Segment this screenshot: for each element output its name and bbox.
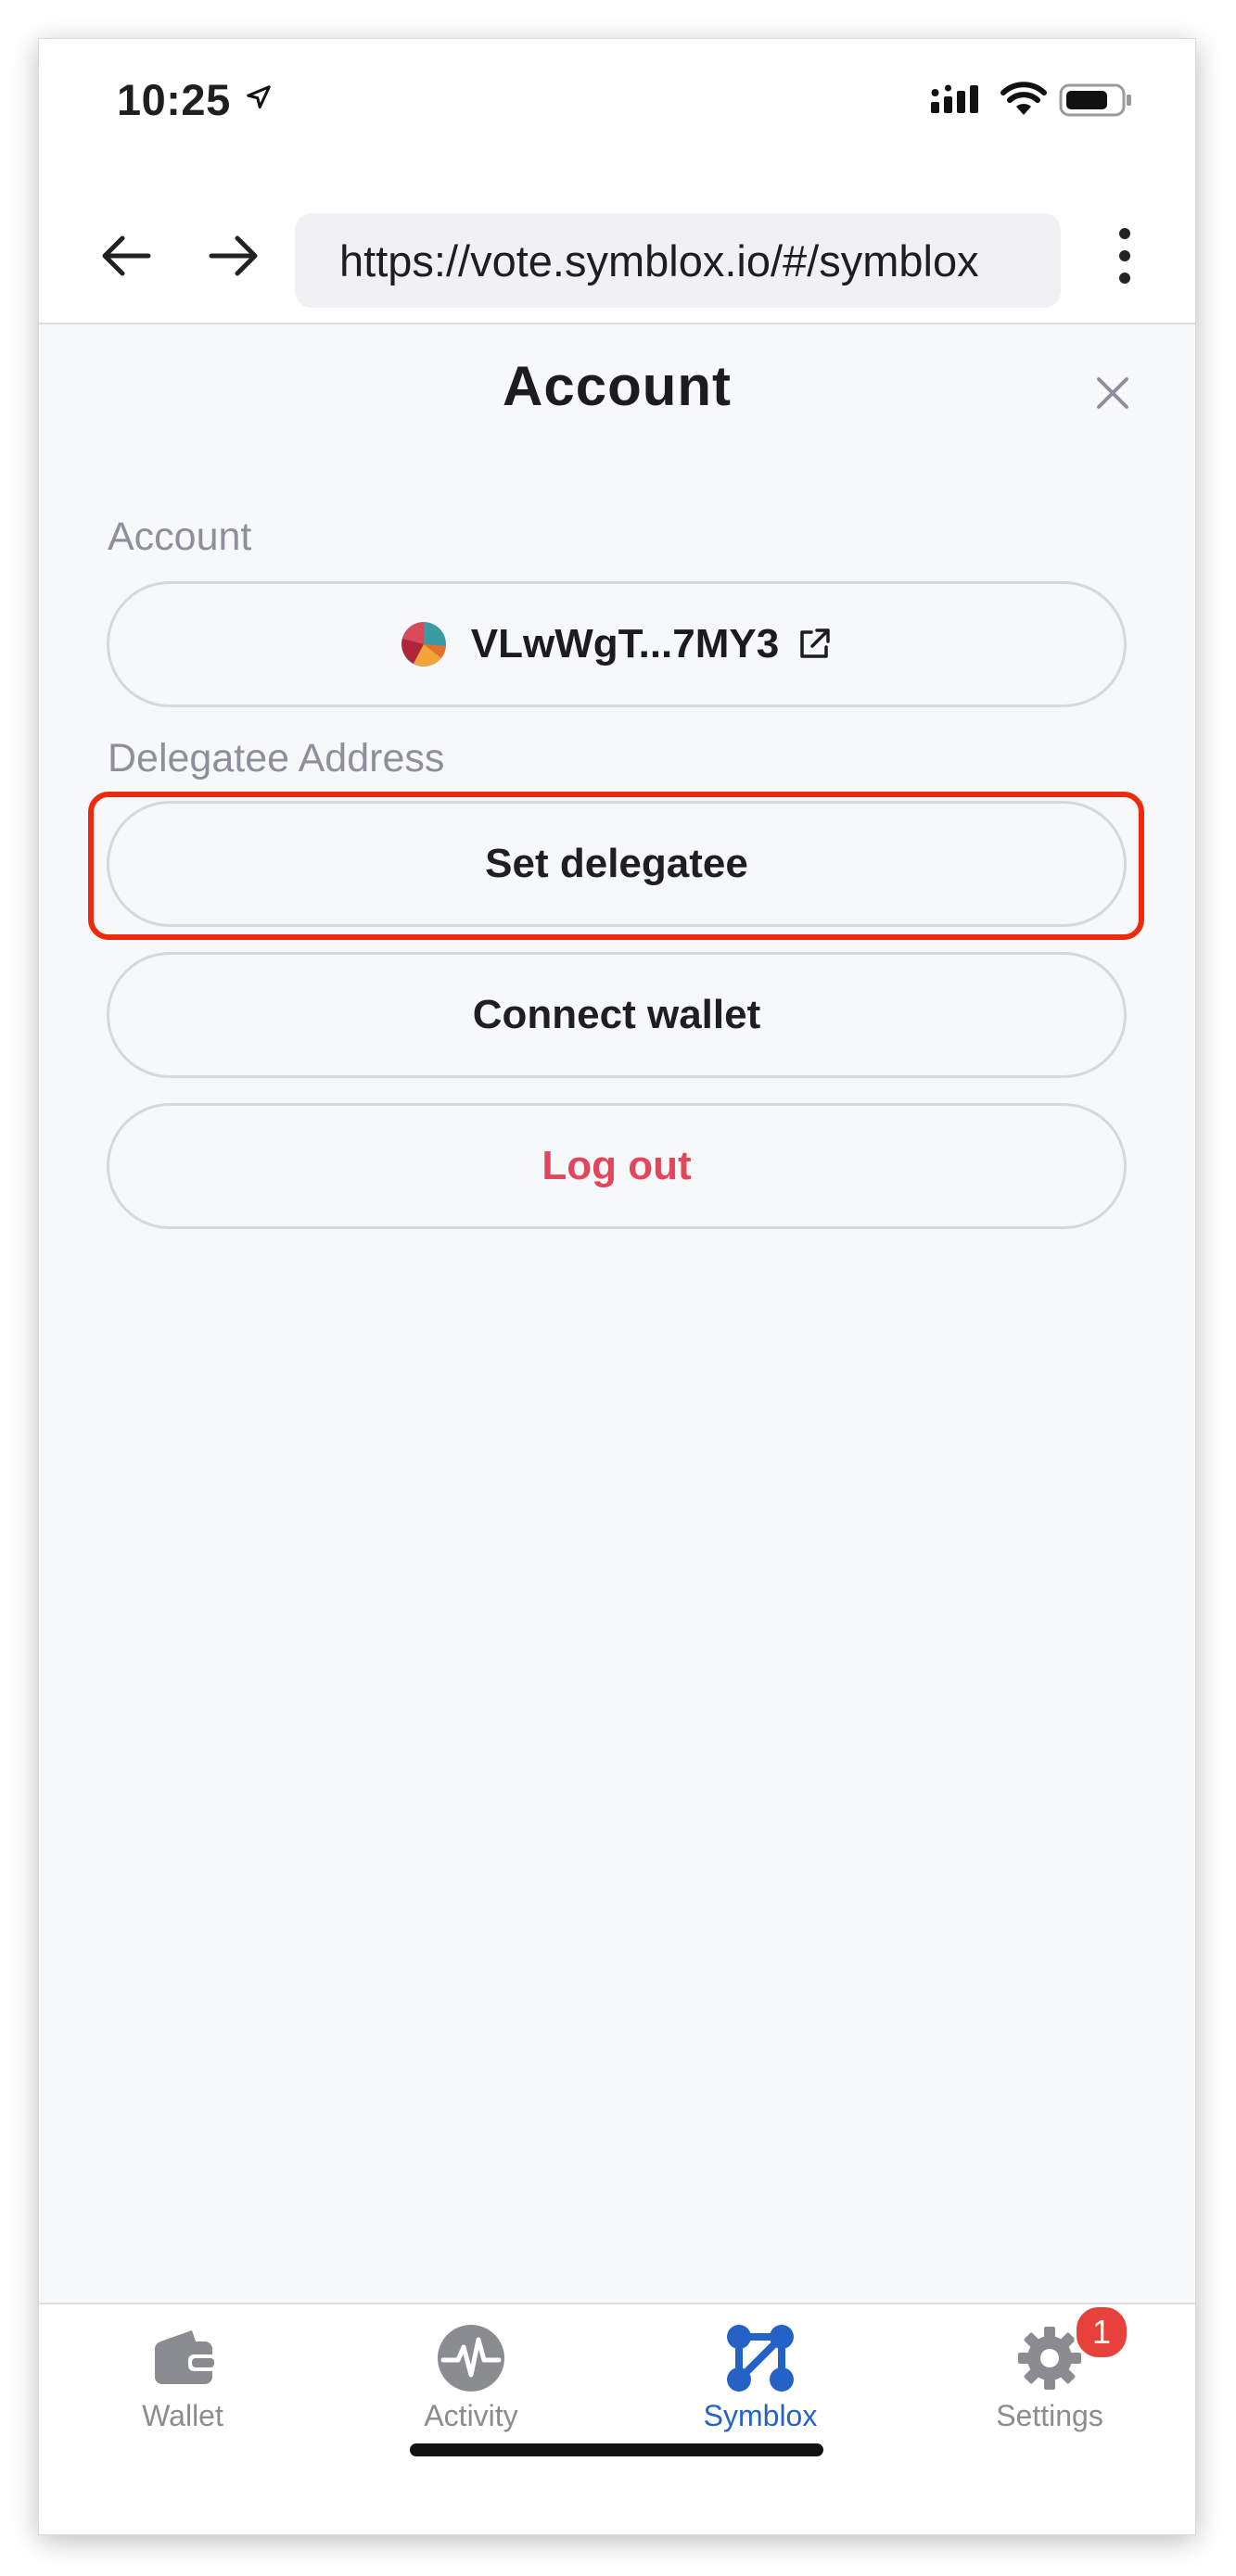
close-icon xyxy=(1097,377,1128,409)
activity-icon xyxy=(438,2325,504,2392)
tab-activity-label: Activity xyxy=(424,2399,518,2432)
account-address: VLwWgT...7MY3 xyxy=(470,621,780,666)
cellular-signal-icon xyxy=(931,84,978,113)
status-time: 10:25 xyxy=(117,75,231,124)
tab-activity[interactable]: Activity xyxy=(360,2319,582,2449)
url-text: https://vote.symblox.io/#/symblox xyxy=(339,235,979,286)
tab-symblox-label: Symblox xyxy=(703,2399,818,2432)
wallet-icon xyxy=(155,2330,216,2384)
browser-toolbar: https://vote.symblox.io/#/symblox xyxy=(39,187,1195,324)
tab-symblox[interactable]: Symblox xyxy=(649,2319,872,2449)
connect-wallet-button[interactable]: Connect wallet xyxy=(107,952,1127,1078)
tab-settings-label: Settings xyxy=(996,2399,1103,2432)
location-arrow-icon xyxy=(247,85,271,109)
symblox-icon xyxy=(727,2325,794,2392)
more-options-button[interactable] xyxy=(1111,228,1139,284)
page-title: Account xyxy=(503,355,732,417)
notification-badge: 1 xyxy=(1074,2304,1129,2360)
arrow-left-icon xyxy=(102,235,151,276)
dot xyxy=(1119,228,1130,239)
phone-screen: 10:25 https://vote.symblox.io/#/symblox … xyxy=(39,39,1195,2534)
highlight-box xyxy=(88,792,1144,940)
avatar xyxy=(401,622,446,666)
wifi-icon xyxy=(1000,82,1047,115)
back-button[interactable] xyxy=(96,226,156,286)
tab-wallet[interactable]: Wallet xyxy=(71,2319,294,2449)
tab-wallet-label: Wallet xyxy=(142,2399,223,2432)
external-link-icon[interactable] xyxy=(796,626,833,663)
dot xyxy=(1119,250,1130,261)
account-address-button[interactable]: VLwWgT...7MY3 xyxy=(107,581,1127,707)
tab-bar: Wallet Activity Symblox 1 Settings xyxy=(39,2303,1195,2534)
battery-icon xyxy=(1059,83,1131,117)
forward-button[interactable] xyxy=(204,226,263,286)
status-bar: 10:25 xyxy=(39,39,1195,187)
dot xyxy=(1119,273,1130,284)
address-bar[interactable]: https://vote.symblox.io/#/symblox xyxy=(295,213,1061,308)
account-label: Account xyxy=(108,514,252,559)
log-out-button[interactable]: Log out xyxy=(107,1103,1127,1229)
delegatee-address-label: Delegatee Address xyxy=(108,736,445,780)
arrow-right-icon xyxy=(209,235,258,276)
tab-settings[interactable]: 1 Settings xyxy=(938,2304,1161,2449)
close-button[interactable] xyxy=(1085,365,1140,421)
home-indicator[interactable] xyxy=(410,2443,823,2456)
